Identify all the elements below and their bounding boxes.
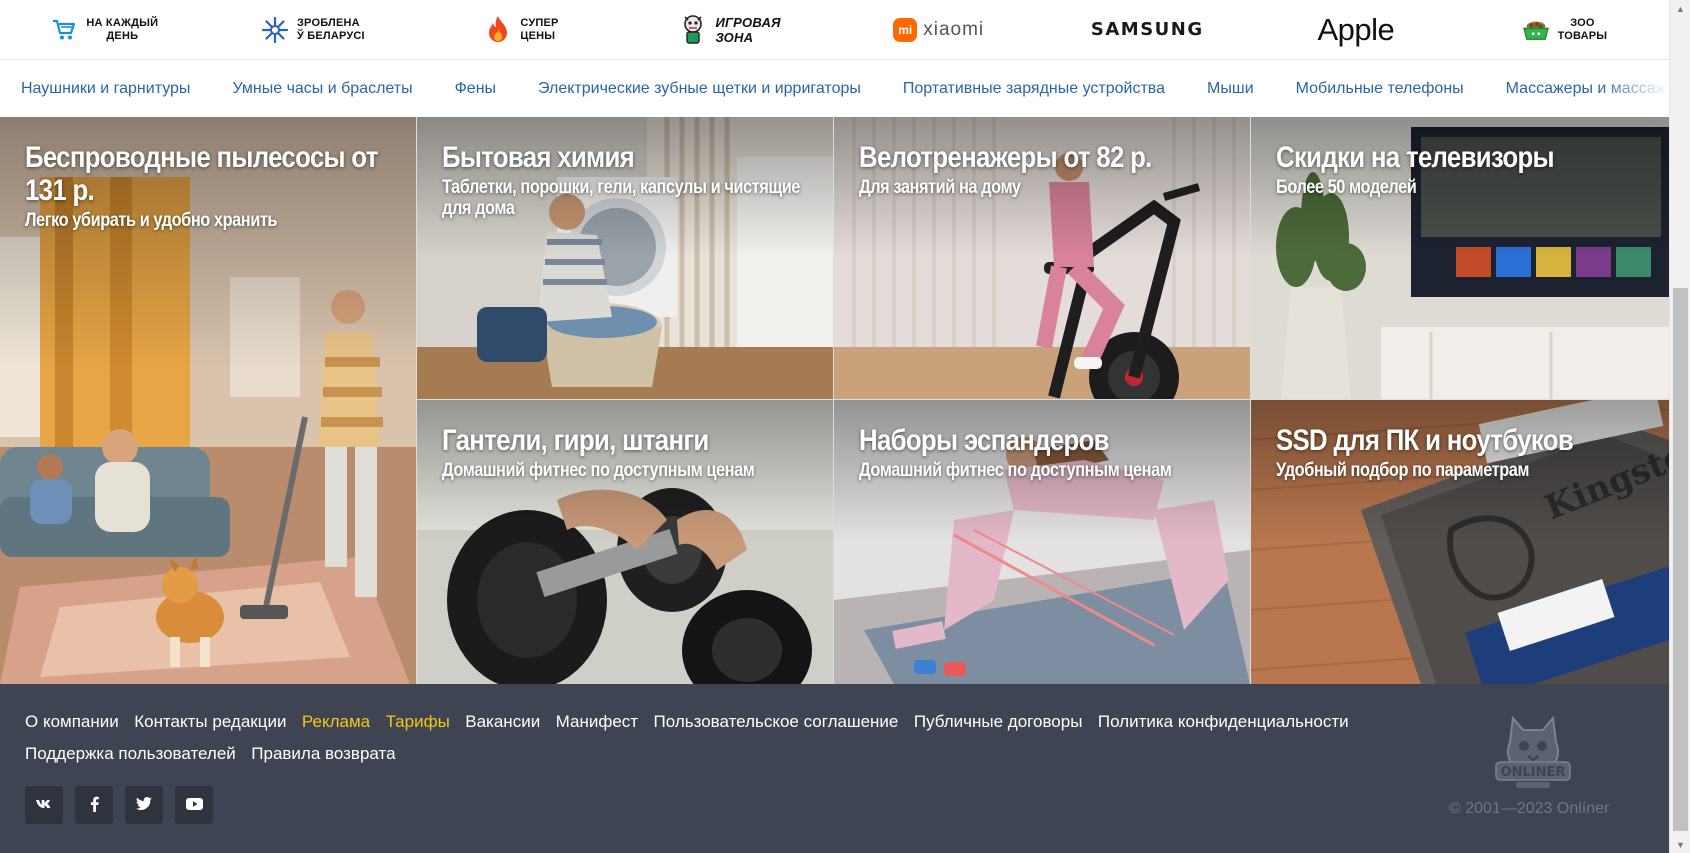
promo-tile-title: Велотренажеры от 82 р. — [859, 141, 1152, 174]
brand-gaming-label: ИГРОВАЯ ЗОНА — [715, 14, 781, 45]
snowflake-icon — [261, 16, 289, 44]
onliner-logo[interactable]: ONLINER — [1490, 710, 1576, 792]
gamer-mascot-icon — [679, 14, 707, 44]
xiaomi-wordmark: xiaomi — [923, 18, 985, 40]
brand-daily-label: НА КАЖДЫЙ ДЕНЬ — [86, 16, 159, 42]
category-link-headphones[interactable]: Наушники и гарнитуры — [21, 80, 190, 98]
promo-tile-subtitle: Более 50 моделей — [1276, 177, 1417, 198]
promo-tile-caption: SSD для ПК и ноутбуков Удобный подбор по… — [1276, 424, 1651, 481]
pet-food-bowl-icon — [1522, 16, 1550, 44]
category-link-phones[interactable]: Мобильные телефоны — [1296, 80, 1464, 98]
footer-link-user-support[interactable]: Поддержка пользователей — [25, 738, 236, 769]
promo-grid: Беспроводные пылесосы от 131 р. Легко уб… — [0, 117, 1669, 684]
footer-link-vacancies[interactable]: Вакансии — [465, 706, 540, 737]
promo-tile-title: Беспроводные пылесосы от 131 р. — [25, 141, 378, 207]
promo-tile-subtitle: Легко убирать и удобно хранить — [25, 210, 278, 231]
vk-button[interactable] — [25, 786, 63, 824]
footer-link-contacts[interactable]: Контакты редакции — [134, 706, 286, 737]
footer-links: О компании Контакты редакции Реклама Тар… — [25, 706, 1415, 770]
promo-tile-caption: Велотренажеры от 82 р. Для занятий на до… — [859, 141, 1232, 198]
category-link-smartwatches[interactable]: Умные часы и браслеты — [232, 80, 412, 98]
footer-link-about[interactable]: О компании — [25, 706, 119, 737]
onliner-logo-text: ONLINER — [1501, 765, 1566, 780]
promo-tile-caption: Беспроводные пылесосы от 131 р. Легко уб… — [25, 141, 398, 231]
youtube-icon — [185, 797, 203, 813]
promo-tile-title: Скидки на телевизоры — [1276, 141, 1555, 174]
copyright: © 2001—2023 Onlíner — [1449, 800, 1610, 817]
promo-tile-resistance-bands[interactable]: Наборы эспандеров Домашний фитнес по дос… — [834, 400, 1250, 684]
xiaomi-mark: mi — [893, 17, 918, 42]
promo-tile-subtitle: Домашний фитнес по доступным ценам — [442, 460, 755, 481]
brand-samsung[interactable]: SAMSUNG — [1043, 0, 1252, 60]
promo-tile-tv-discounts[interactable]: Скидки на телевизоры Более 50 моделей — [1251, 117, 1669, 399]
brand-super-prices[interactable]: СУПЕР ЦЕНЫ — [417, 0, 626, 60]
brand-belarus[interactable]: ЗРОБЛЕНА Ў БЕЛАРУСІ — [209, 0, 418, 60]
brand-xiaomi[interactable]: mi xiaomi — [834, 0, 1043, 60]
vk-icon — [35, 797, 53, 813]
promo-tile-caption: Наборы эспандеров Домашний фитнес по дос… — [859, 424, 1232, 481]
promo-tile-caption: Бытовая химия Таблетки, порошки, гели, к… — [442, 141, 815, 219]
promo-tile-title: SSD для ПК и ноутбуков — [1276, 424, 1574, 457]
site-footer: О компании Контакты редакции Реклама Тар… — [0, 684, 1669, 853]
facebook-button[interactable] — [75, 786, 113, 824]
promo-tile-title: Наборы эспандеров — [859, 424, 1110, 457]
footer-link-manifest[interactable]: Манифест — [556, 706, 638, 737]
promo-tile-ssd[interactable]: Kingston SSD для ПК и ноутбуков Удобный … — [1251, 400, 1669, 684]
footer-link-public-contracts[interactable]: Публичные договоры — [914, 706, 1083, 737]
brand-apple[interactable]: Apple — [1252, 0, 1461, 60]
footer-link-advertising[interactable]: Реклама — [302, 706, 370, 737]
footer-link-user-agreement[interactable]: Пользовательское соглашение — [654, 706, 899, 737]
scrollbar-thumb[interactable] — [1673, 288, 1688, 831]
apple-wordmark: Apple — [1317, 11, 1395, 47]
brand-strip: НА КАЖДЫЙ ДЕНЬ ЗРОБЛЕНА Ў БЕЛАРУСІ СУПЕР ЦЕ… — [0, 0, 1669, 60]
brand-daily[interactable]: НА КАЖДЫЙ ДЕНЬ — [0, 0, 209, 60]
category-nav-fade — [1599, 60, 1669, 117]
brand-belarus-label: ЗРОБЛЕНА Ў БЕЛАРУСІ — [296, 16, 365, 42]
page-scrollbar[interactable]: ▲ ▼ — [1669, 0, 1690, 853]
promo-tile-household-chemicals[interactable]: Бытовая химия Таблетки, порошки, гели, к… — [417, 117, 833, 399]
category-nav: Наушники и гарнитуры Умные часы и брасле… — [0, 60, 1669, 117]
xiaomi-logo: mi xiaomi — [893, 17, 985, 42]
brand-zoo[interactable]: ЗОО ТОВАРЫ — [1460, 0, 1669, 60]
promo-tile-vacuums[interactable]: Беспроводные пылесосы от 131 р. Легко уб… — [0, 117, 416, 684]
brand-zoo-label: ЗОО ТОВАРЫ — [1557, 16, 1608, 42]
promo-tile-exercise-bikes[interactable]: Велотренажеры от 82 р. Для занятий на до… — [834, 117, 1250, 399]
promo-tile-subtitle: Домашний фитнес по доступным ценам — [859, 460, 1172, 481]
samsung-wordmark: SAMSUNG — [1090, 19, 1204, 40]
youtube-button[interactable] — [175, 786, 213, 824]
shopping-cart-icon — [50, 16, 78, 44]
promo-tile-title: Гантели, гири, штанги — [442, 424, 709, 457]
social-links — [25, 786, 213, 824]
category-link-hairdryers[interactable]: Фены — [455, 80, 496, 98]
footer-link-return-policy[interactable]: Правила возврата — [251, 738, 395, 769]
brand-gaming-zone[interactable]: ИГРОВАЯ ЗОНА — [626, 0, 835, 60]
flame-icon — [484, 15, 512, 44]
promo-tile-dumbbells[interactable]: Гантели, гири, штанги Домашний фитнес по… — [417, 400, 833, 684]
scroll-down-arrow-icon[interactable]: ▼ — [1670, 836, 1690, 853]
promo-tile-subtitle: Для занятий на дому — [859, 177, 1021, 198]
scroll-up-arrow-icon[interactable]: ▲ — [1670, 0, 1690, 17]
promo-tile-caption: Скидки на телевизоры Более 50 моделей — [1276, 141, 1651, 198]
twitter-icon — [136, 797, 152, 813]
category-link-mice[interactable]: Мыши — [1207, 80, 1254, 98]
twitter-button[interactable] — [125, 786, 163, 824]
footer-link-privacy-policy[interactable]: Политика конфиденциальности — [1098, 706, 1349, 737]
promo-tile-subtitle: Таблетки, порошки, гели, капсулы и чистя… — [442, 177, 800, 219]
promo-tile-subtitle: Удобный подбор по параметрам — [1276, 460, 1530, 481]
brand-super-label: СУПЕР ЦЕНЫ — [520, 16, 559, 42]
category-link-toothbrushes[interactable]: Электрические зубные щетки и ирригаторы — [538, 80, 861, 98]
facebook-icon — [90, 796, 99, 815]
footer-link-tariffs[interactable]: Тарифы — [386, 706, 450, 737]
promo-tile-caption: Гантели, гири, штанги Домашний фитнес по… — [442, 424, 815, 481]
category-link-powerbanks[interactable]: Портативные зарядные устройства — [903, 80, 1165, 98]
promo-tile-title: Бытовая химия — [442, 141, 635, 174]
